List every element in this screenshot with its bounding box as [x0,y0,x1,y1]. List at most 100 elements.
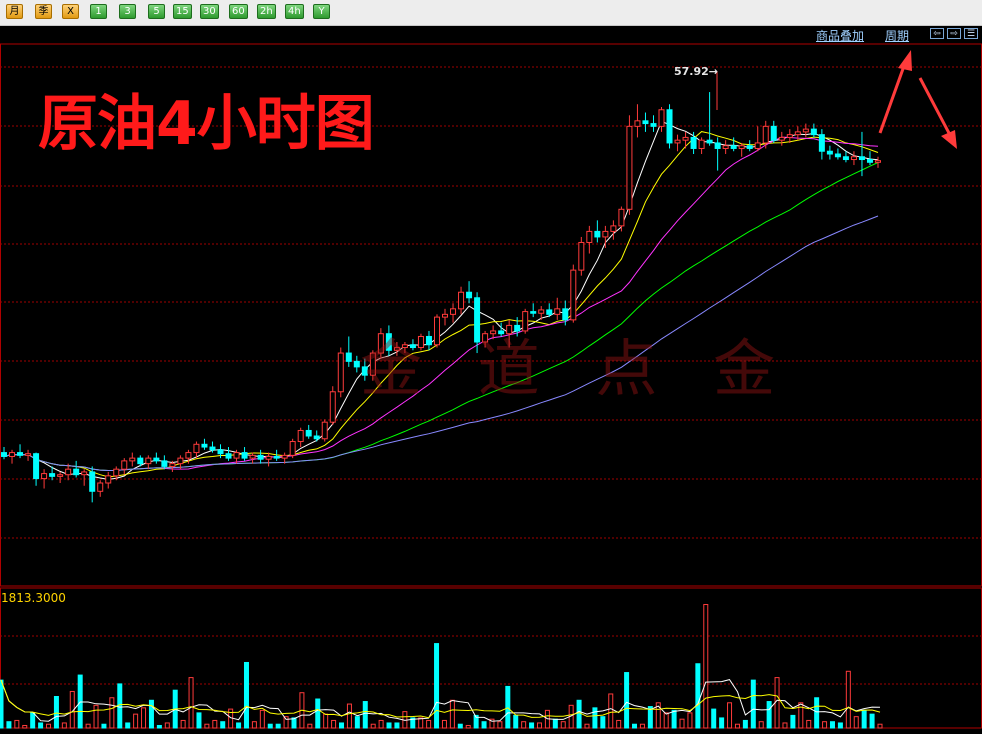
period-button-季[interactable]: 季 [35,4,52,19]
volume-bar [457,723,463,729]
volume-bar [734,723,740,729]
period-button-Y[interactable]: Y [313,4,330,19]
volume-bar [632,723,638,729]
volume-bar [695,663,701,729]
candle-body [786,134,793,138]
volume-bar [600,716,606,729]
volume-bar [148,699,154,729]
volume-bar [663,712,669,729]
candle-body [778,136,785,141]
candle-body [113,468,120,477]
period-toolbar: 月季 X 1 3 5 15 30 60 2h 4h Y [0,0,982,26]
volume-bar [497,721,503,729]
candle-body [137,457,144,465]
period-link[interactable]: 周期 [885,27,909,44]
volume-bar [711,708,717,729]
candle-body [802,128,809,133]
candle-body [257,454,264,460]
arrow-left-icon[interactable]: ⇦ [930,28,944,39]
candle-body [650,123,657,127]
candle-body [57,474,64,477]
candle-body [81,471,88,476]
candle-body [642,120,649,125]
volume-bar [133,713,139,729]
candle-body [289,441,296,456]
period-button-2h[interactable]: 2h [257,4,276,19]
volume-bar [323,713,329,729]
volume-bar [267,723,273,729]
candle-body [826,150,833,155]
volume-bar [814,697,820,729]
volume-bar [552,718,558,729]
candle-body [105,475,112,484]
volume-bar [164,722,170,729]
volume-bar [703,604,709,729]
volume-bar [283,716,289,729]
overlay-link[interactable]: 商品叠加 [816,27,864,44]
volume-bar [220,721,226,729]
candle-body [305,429,312,437]
volume-bar [141,707,147,729]
volume-bar [315,698,321,729]
period-button-30[interactable]: 30 [200,4,219,19]
volume-bar [822,721,828,729]
volume-bar [829,721,835,729]
candle-body [241,452,248,459]
volume-bar [837,722,843,729]
period-button-4h[interactable]: 4h [285,4,304,19]
candle-body [682,136,689,141]
candle-body [626,125,633,210]
arrow-right-icon[interactable]: ⇨ [947,28,961,39]
volume-bar [774,677,780,729]
candle-body [450,308,457,315]
candle-body [794,131,801,136]
volume-bar [782,722,788,729]
candle-body [9,452,16,457]
candle-body [754,142,761,149]
period-button-X[interactable]: X [62,4,79,19]
candle-body [337,352,344,393]
volume-bar [845,670,851,729]
candle-body [554,308,561,315]
candle-body [674,139,681,144]
volume-bar [671,709,677,729]
candle-body [466,291,473,299]
candle-body [73,468,80,476]
candle-body [634,120,641,127]
candle-body [97,482,104,492]
candle-body [834,153,841,158]
panel-icon[interactable]: ☰ [964,28,978,39]
volume-bar [441,719,447,729]
volume-bar [679,718,685,729]
volume-bar [742,719,748,729]
period-button-15[interactable]: 15 [173,4,192,19]
candle-body [329,391,336,423]
volume-bar [639,723,645,729]
candle-body [722,145,729,149]
candle-body [265,455,272,460]
volume-ma5-line [0,679,881,722]
volume-bar [418,717,424,729]
candle-body [618,208,625,227]
period-button-5[interactable]: 5 [148,4,165,19]
volume-bar [481,721,487,729]
candle-body [345,352,352,362]
volume-bar [14,719,20,729]
period-button-1[interactable]: 1 [90,4,107,19]
volume-bar [584,723,590,729]
arrow-down-icon [918,77,957,149]
period-button-3[interactable]: 3 [119,4,136,19]
volume-bar [117,683,123,729]
volume-ma10-line [0,679,881,719]
volume-bar [101,723,107,729]
volume-bar [465,724,471,729]
candle-body [249,454,256,459]
volume-bar [853,716,859,729]
period-button-月[interactable]: 月 [6,4,23,19]
candle-body [121,460,128,470]
volume-bar [608,693,614,729]
candle-body [818,134,825,152]
period-button-60[interactable]: 60 [229,4,248,19]
volume-bar [30,712,36,729]
ma-line-ma5 [3,120,879,480]
